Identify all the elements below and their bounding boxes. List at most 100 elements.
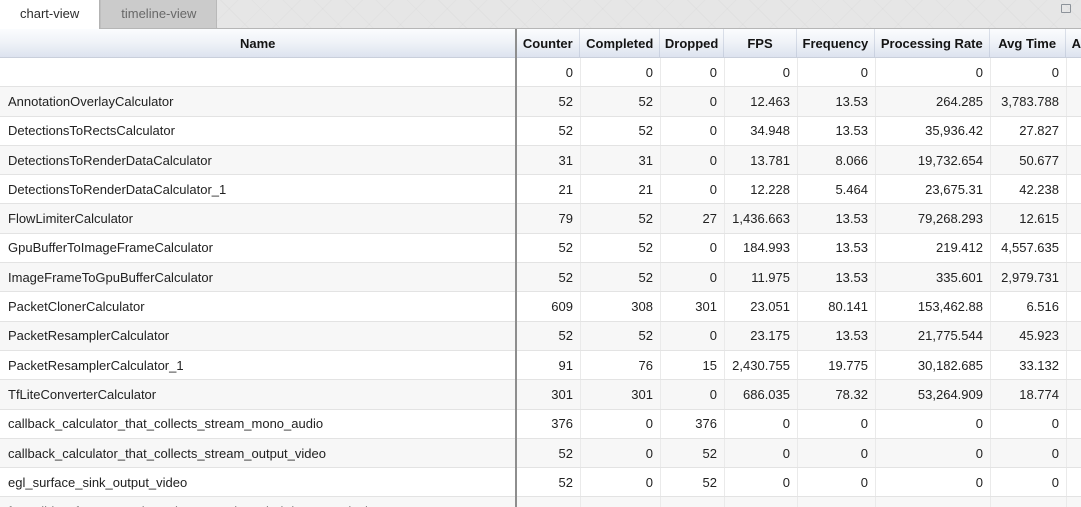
cell-name: PacketClonerCalculator: [0, 292, 517, 320]
cell-avg-time: 42.238: [991, 175, 1067, 203]
tab-timeline-view[interactable]: timeline-view: [100, 0, 217, 29]
cell-avg-time: 45.923: [991, 322, 1067, 350]
cell-counter: 52: [517, 117, 581, 145]
column-header-processing-rate[interactable]: Processing Rate: [875, 29, 990, 57]
cell-dropped: 27: [661, 204, 725, 232]
cell-completed: 0: [581, 439, 661, 467]
cell-name: DetectionsToRenderDataCalculator_1: [0, 175, 517, 203]
table-row: egl_surface_sink_output_video 52 0 52 0 …: [0, 468, 1081, 497]
column-header-counter[interactable]: Counter: [516, 29, 580, 57]
cell-completed: 0: [581, 410, 661, 438]
table-body: 0 0 0 0 0 0 0 AnnotationOverlayCalculato…: [0, 58, 1081, 507]
cell-processing-rate: 219.412: [876, 234, 991, 262]
cell-dropped: 0: [661, 234, 725, 262]
column-header-name[interactable]: Name: [0, 29, 516, 57]
cell-completed: 52: [581, 497, 661, 507]
cell-processing-rate: 0: [876, 58, 991, 86]
cell-processing-rate: 335.601: [876, 263, 991, 291]
tab-chart-view[interactable]: chart-view: [0, 0, 100, 29]
cell-truncated: [1067, 146, 1081, 174]
cell-avg-time: 18.774: [991, 380, 1067, 408]
cell-processing-rate: 19,732.654: [876, 146, 991, 174]
table-row: PacketResamplerCalculator_1 91 76 15 2,4…: [0, 351, 1081, 380]
cell-fps: 0: [725, 468, 798, 496]
cell-fps: 23.175: [725, 322, 798, 350]
cell-dropped: 0: [661, 146, 725, 174]
cell-counter: 91: [517, 351, 581, 379]
column-header-avg-time[interactable]: Avg Time: [990, 29, 1066, 57]
cell-truncated: [1067, 175, 1081, 203]
cell-truncated: [1067, 58, 1081, 86]
cell-avg-time: 0: [991, 410, 1067, 438]
cell-counter: 21: [517, 175, 581, 203]
cell-name: DetectionsToRectsCalculator: [0, 117, 517, 145]
cell-completed: 52: [581, 263, 661, 291]
cell-truncated: [1067, 439, 1081, 467]
cell-frequency: 13.53: [798, 87, 876, 115]
cell-frequency: 0: [798, 468, 876, 496]
table-header: Name Counter Completed Dropped FPS Frequ…: [0, 29, 1081, 58]
cell-frequency: 80.141: [798, 292, 876, 320]
cell-completed: 52: [581, 234, 661, 262]
cell-fps: 13.781: [725, 146, 798, 174]
column-header-dropped[interactable]: Dropped: [660, 29, 724, 57]
column-split-divider[interactable]: [515, 29, 517, 507]
cell-fps: 11.975: [725, 263, 798, 291]
cell-name: [0, 58, 517, 86]
cell-fps: 686.035: [725, 380, 798, 408]
cell-dropped: 376: [661, 410, 725, 438]
stats-table: Name Counter Completed Dropped FPS Frequ…: [0, 29, 1081, 507]
cell-completed: 52: [581, 87, 661, 115]
cell-processing-rate: 30,182.685: [876, 351, 991, 379]
cell-name: PacketResamplerCalculator: [0, 322, 517, 350]
cell-dropped: 0: [661, 117, 725, 145]
cell-counter: 79: [517, 204, 581, 232]
column-header-frequency[interactable]: Frequency: [797, 29, 875, 57]
cell-fps: 0: [725, 439, 798, 467]
cell-frequency: 13.53: [798, 322, 876, 350]
cell-name: ImageFrameToGpuBufferCalculator: [0, 263, 517, 291]
cell-counter: 52: [517, 234, 581, 262]
cell-avg-time: 50.677: [991, 146, 1067, 174]
cell-truncated: [1067, 410, 1081, 438]
cell-processing-rate: 53,264.909: [876, 380, 991, 408]
cell-name: PacketResamplerCalculator_1: [0, 351, 517, 379]
cell-dropped: 52: [661, 439, 725, 467]
cell-counter: 0: [517, 58, 581, 86]
cell-dropped: 0: [661, 497, 725, 507]
table-row: ImageFrameToGpuBufferCalculator 52 52 0 …: [0, 263, 1081, 292]
cell-counter: 52: [517, 468, 581, 496]
cell-completed: 0: [581, 58, 661, 86]
cell-dropped: 0: [661, 58, 725, 86]
cell-avg-time: 0: [991, 468, 1067, 496]
cell-truncated: [1067, 351, 1081, 379]
cell-dropped: 0: [661, 263, 725, 291]
cell-truncated: [1067, 292, 1081, 320]
cell-truncated: [1067, 204, 1081, 232]
cell-processing-rate: 33,248.982: [876, 497, 991, 507]
table-row: PacketClonerCalculator 609 308 301 23.05…: [0, 292, 1081, 321]
cell-processing-rate: 35,936.42: [876, 117, 991, 145]
cell-truncated: [1067, 87, 1081, 115]
cell-name: TfLiteConverterCalculator: [0, 380, 517, 408]
cell-name: FlowLimiterCalculator: [0, 204, 517, 232]
column-header-completed[interactable]: Completed: [580, 29, 660, 57]
cell-processing-rate: 0: [876, 468, 991, 496]
cell-processing-rate: 264.285: [876, 87, 991, 115]
cell-fps: 23.051: [725, 292, 798, 320]
cell-processing-rate: 0: [876, 439, 991, 467]
column-header-fps[interactable]: FPS: [724, 29, 797, 57]
cell-name: callback_calculator_that_collects_stream…: [0, 410, 517, 438]
column-header-truncated[interactable]: A: [1066, 29, 1081, 57]
table-row: TfLiteConverterCalculator 301 301 0 686.…: [0, 380, 1081, 409]
cell-completed: 21: [581, 175, 661, 203]
cell-fps: 12.463: [725, 87, 798, 115]
cell-completed: 76: [581, 351, 661, 379]
cell-fps: 1,436.663: [725, 204, 798, 232]
cell-completed: 31: [581, 146, 661, 174]
cell-completed: 52: [581, 117, 661, 145]
cell-name: DetectionsToRenderDataCalculator: [0, 146, 517, 174]
maximize-icon[interactable]: [1061, 4, 1071, 13]
cell-completed: 0: [581, 468, 661, 496]
cell-name: AnnotationOverlayCalculator: [0, 87, 517, 115]
